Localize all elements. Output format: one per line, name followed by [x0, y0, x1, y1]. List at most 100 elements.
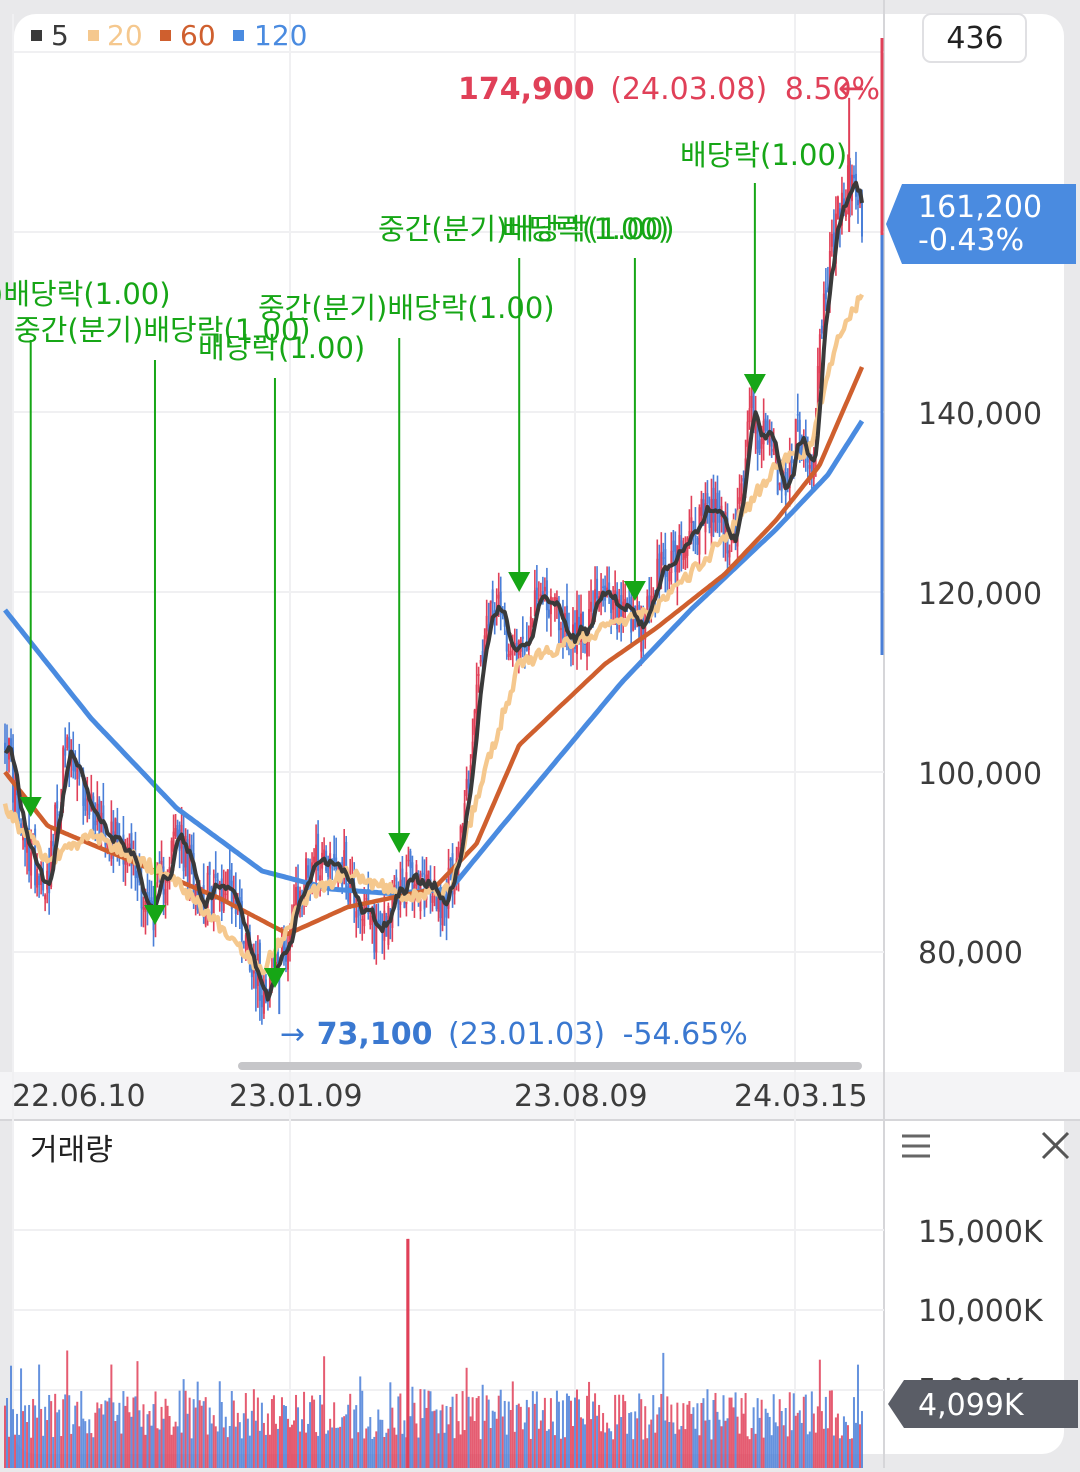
volume-bar: [776, 1426, 779, 1468]
candle-body: [349, 881, 352, 907]
candle-body: [345, 841, 348, 890]
candle-body: [313, 856, 316, 863]
volume-bar: [586, 1395, 589, 1468]
volume-bar: [511, 1381, 514, 1468]
volume-bar: [134, 1396, 137, 1468]
volume-bar: [694, 1428, 697, 1468]
candle-body: [706, 493, 709, 504]
volume-bar: [323, 1356, 326, 1468]
volume-bar: [702, 1398, 705, 1468]
volume-bar: [668, 1422, 671, 1468]
volume-bar: [720, 1426, 723, 1468]
volume-bar: [421, 1418, 424, 1468]
volume-bar: [112, 1402, 115, 1468]
volume-bar: [806, 1434, 809, 1468]
candle-body: [712, 487, 715, 523]
candle-body: [768, 437, 771, 443]
candle-body: [431, 895, 434, 903]
volume-bar: [264, 1434, 267, 1468]
candle-body: [357, 909, 360, 912]
volume-bar: [676, 1402, 679, 1468]
volume-bar: [812, 1413, 815, 1468]
volume-bar: [640, 1399, 643, 1468]
volume-bar: [357, 1432, 360, 1468]
candle-body: [668, 572, 671, 582]
candle-body: [610, 598, 613, 614]
volume-bar: [6, 1398, 9, 1468]
volume-bar: [122, 1391, 125, 1468]
min-price: 73,100: [317, 1017, 433, 1052]
scroll-bar[interactable]: [238, 1062, 862, 1070]
legend-label-120: 120: [254, 19, 307, 52]
volume-bar: [423, 1389, 426, 1468]
volume-bar: [335, 1427, 338, 1468]
volume-bar: [369, 1417, 372, 1468]
volume-bar: [690, 1413, 693, 1468]
volume-bar: [142, 1404, 145, 1468]
volume-bar: [242, 1413, 245, 1468]
candle-body: [319, 875, 322, 881]
candle-body: [844, 210, 847, 218]
volume-bar: [24, 1405, 27, 1468]
legend-swatch-20: [88, 30, 99, 41]
event-label: 배당락(1.00): [680, 138, 847, 172]
volume-bar: [28, 1404, 31, 1468]
volume-bar: [36, 1417, 39, 1468]
volume-bar: [704, 1420, 707, 1468]
volume-bar: [132, 1397, 135, 1468]
volume-bar: [102, 1414, 105, 1468]
volume-bar: [78, 1426, 81, 1468]
volume-bar: [842, 1416, 845, 1468]
volume-bar: [567, 1395, 570, 1468]
volume-bar: [654, 1432, 657, 1468]
stock-chart[interactable]: )배당락(1.00)중간(분기)배당락(1.00)배당락(1.00)중간(분기)…: [0, 0, 1080, 1468]
volume-bar: [20, 1368, 23, 1468]
volume-bar: [325, 1433, 328, 1468]
volume-bar: [760, 1399, 763, 1468]
volume-bar: [429, 1391, 432, 1468]
volume-bar: [363, 1438, 366, 1468]
volume-bar: [770, 1435, 773, 1468]
volume-bar: [116, 1414, 119, 1468]
candle-body: [497, 594, 500, 599]
volume-bar: [72, 1424, 75, 1468]
volume-bar: [282, 1405, 285, 1468]
y-tick-100000: 100,000: [918, 757, 1042, 792]
volume-bar: [529, 1438, 532, 1468]
volume-bar: [780, 1411, 783, 1468]
volume-bar: [557, 1401, 560, 1468]
candle-body: [836, 196, 839, 220]
volume-bar: [18, 1434, 21, 1468]
volume-bar: [399, 1393, 402, 1468]
current-price: 161,200: [918, 190, 1042, 225]
volume-bar: [826, 1428, 829, 1468]
legend-label-20: 20: [107, 19, 143, 52]
volume-bar: [800, 1422, 803, 1468]
volume-bar: [742, 1413, 745, 1468]
candle-body: [459, 826, 462, 842]
volume-bar: [295, 1394, 298, 1468]
volume-bar: [8, 1436, 11, 1468]
volume-bar: [194, 1407, 197, 1468]
volume-bar: [784, 1408, 787, 1468]
volume-bar: [844, 1421, 847, 1468]
volume-bar: [517, 1403, 520, 1468]
volume-bar: [258, 1430, 261, 1468]
volume-bar: [317, 1435, 320, 1468]
volume-bar: [16, 1413, 19, 1468]
volume-bar: [280, 1397, 283, 1468]
min-arrow-icon: →: [280, 1017, 305, 1052]
volume-bar: [198, 1400, 201, 1468]
volume-bar: [311, 1395, 314, 1468]
vol-tick-10000k: 10,000K: [918, 1294, 1044, 1329]
volume-bar: [559, 1438, 562, 1468]
volume-bar: [664, 1420, 667, 1468]
volume-bar: [465, 1367, 468, 1468]
volume-bar: [555, 1390, 558, 1468]
volume-bar: [523, 1422, 526, 1468]
volume-bar: [379, 1419, 382, 1468]
volume-bar: [66, 1350, 69, 1468]
candle-body: [36, 869, 39, 888]
volume-bar: [220, 1402, 223, 1468]
event-label: 배당락(1.00): [198, 331, 365, 365]
